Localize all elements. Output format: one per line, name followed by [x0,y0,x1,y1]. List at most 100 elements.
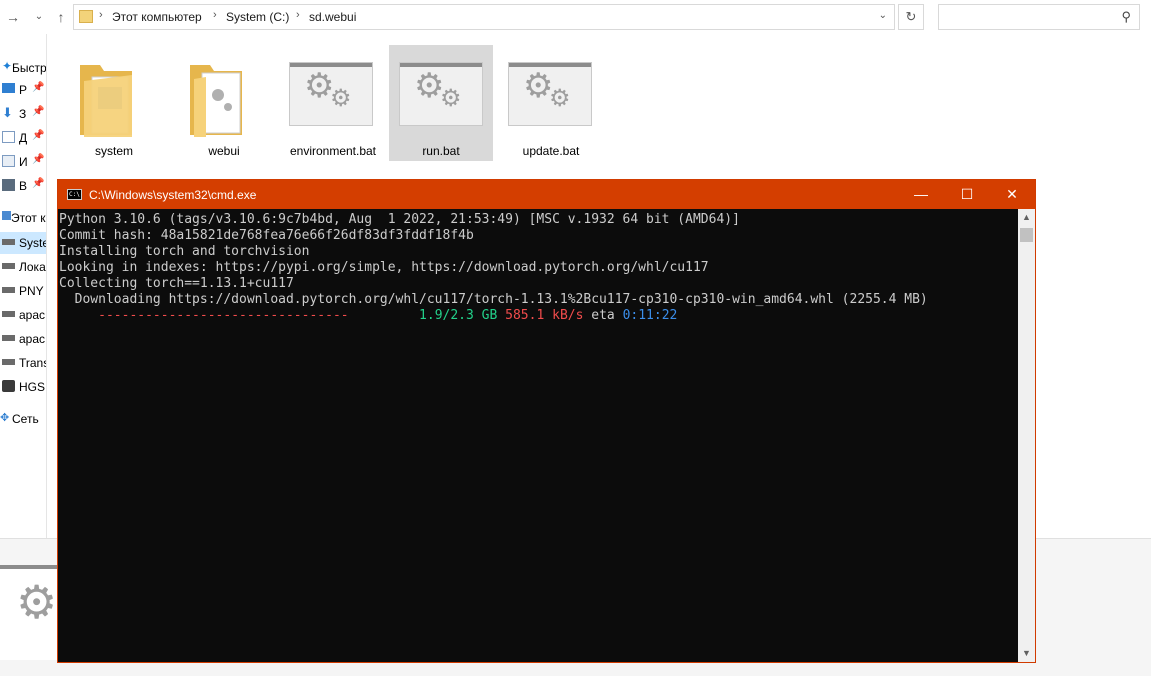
computer-icon [2,211,11,220]
drive-icon [2,263,15,269]
file-name: system [94,144,133,158]
gear-icon: ⚙ [549,85,571,112]
gear-icon: ⚙ [16,576,58,628]
sidebar-item-label: apac [19,332,46,346]
sidebar-item-apac-1[interactable]: apac [0,305,46,325]
maximize-button[interactable]: ☐ [944,180,990,209]
drive-icon [2,287,15,293]
console-line: Python 3.10.6 (tags/v3.10.6:9c7b4bd, Aug… [59,212,740,227]
breadcrumb-system-drive[interactable]: System (C:) [226,10,289,24]
pin-icon[interactable]: 📌 [32,178,44,189]
sidebar-item-label: Trans [19,356,47,370]
console-line: Downloading https://download.pytorch.org… [59,292,928,307]
sidebar-item-label: PNY [19,284,44,298]
progress-line: -------------------------------- 1.9/2.3… [59,308,1019,324]
scroll-down-icon[interactable]: ▼ [1018,645,1035,662]
refresh-button[interactable]: ↻ [898,4,924,30]
download-size: 1.9/2.3 GB [419,308,498,323]
progress-bar-text: -------------------------------- [98,308,349,323]
breadcrumb-this-pc[interactable]: Этот компьютер [112,10,202,24]
pin-icon[interactable]: 📌 [32,154,44,165]
sidebar-item-apac-2[interactable]: apac [0,329,46,349]
chevron-right-icon[interactable]: › [296,9,300,21]
sidebar-item-label: Д [19,131,28,145]
sidebar-item-label: Лока [19,260,46,274]
chevron-down-icon[interactable]: ⌄ [879,10,887,21]
search-icon: ⚲ [1121,9,1131,24]
details-preview: ⚙ [0,565,58,660]
sidebar-item-images[interactable]: И 📌 [0,152,46,172]
drive-icon [2,311,15,317]
sidebar-item-label: Р [19,83,28,97]
sidebar-item-label: HGS [19,380,46,394]
folder-icon [79,10,93,23]
file-item-run-bat[interactable]: ⚙ ⚙ run.bat [389,45,493,161]
batch-file-icon: ⚙ ⚙ [289,62,373,126]
navigation-pane: ✦ Быстр Р 📌 ⬇ З 📌 Д 📌 И 📌 В 📌 Этот к Sys… [0,34,47,538]
pin-icon[interactable]: 📌 [32,130,44,141]
sidebar-item-label: apac [19,308,46,322]
file-name: update.bat [522,144,580,158]
file-name: environment.bat [289,144,377,158]
scrollbar[interactable]: ▲ ▼ [1018,209,1035,662]
up-arrow-icon[interactable]: ↑ [52,8,70,26]
scroll-up-icon[interactable]: ▲ [1018,209,1035,226]
desktop-icon [2,83,15,93]
batch-file-icon: ⚙ ⚙ [508,62,592,126]
file-item-update-bat[interactable]: ⚙ ⚙ update.bat [499,45,603,161]
search-input[interactable]: ⚲ [938,4,1140,30]
back-arrow-icon[interactable]: → [4,8,22,26]
sidebar-item-hgs[interactable]: HGS [0,377,46,397]
recent-chevron-icon[interactable]: ⌄ [30,8,48,26]
sidebar-item-videos[interactable]: В 📌 [0,176,46,196]
chevron-right-icon[interactable]: › [99,9,103,21]
sidebar-item-trans[interactable]: Trans [0,353,46,373]
console-line: Installing torch and torchvision [59,244,310,259]
refresh-icon: ↻ [905,9,917,24]
gear-icon: ⚙ [330,85,352,112]
close-button[interactable]: ✕ [989,180,1035,209]
sidebar-item-this-pc[interactable]: Этот к [0,208,46,228]
file-item-environment-bat[interactable]: ⚙ ⚙ environment.bat [281,45,385,161]
documents-icon [2,131,15,143]
eta-label: eta [591,308,615,323]
sidebar-item-label: Быстр [12,61,47,75]
explorer-toolbar: → ⌄ ↑ › Этот компьютер › System (C:) › s… [0,0,1151,34]
scrollbar-thumb[interactable] [1020,228,1033,242]
cmd-window[interactable]: C:\ C:\Windows\system32\cmd.exe — ☐ ✕ Py… [57,179,1036,663]
download-speed: 585.1 kB/s [505,308,584,323]
pin-icon[interactable]: 📌 [32,82,44,93]
sidebar-item-downloads[interactable]: ⬇ З 📌 [0,104,46,124]
sidebar-item-network[interactable]: ✥ Сеть [0,409,46,429]
file-item-webui[interactable]: webui [172,45,276,161]
address-bar[interactable]: › Этот компьютер › System (C:) › sd.webu… [73,4,895,30]
sidebar-item-local-drive[interactable]: Лока [0,257,46,277]
sidebar-item-label: И [19,155,28,169]
sidebar-item-desktop[interactable]: Р 📌 [0,80,46,100]
breadcrumb-sd-webui[interactable]: sd.webui [309,10,356,24]
drive-icon [2,359,15,365]
file-name: run.bat [422,144,460,158]
sidebar-item-label: З [19,107,27,121]
cmd-app-icon[interactable]: C:\ [67,189,82,200]
window-title: C:\Windows\system32\cmd.exe [89,188,257,202]
sidebar-item-system-drive[interactable]: Syste [0,232,46,254]
cmd-titlebar[interactable]: C:\ C:\Windows\system32\cmd.exe — ☐ ✕ [58,180,1035,209]
pin-icon[interactable]: 📌 [32,106,44,117]
sidebar-item-documents[interactable]: Д 📌 [0,128,46,148]
console-line: Collecting torch==1.13.1+cu117 [59,276,294,291]
file-name: webui [208,144,240,158]
sidebar-item-quick-access[interactable]: ✦ Быстр [0,58,46,78]
drive-icon [2,335,15,341]
chevron-right-icon[interactable]: › [213,9,217,21]
sidebar-item-label: Сеть [12,412,39,426]
minimize-button[interactable]: — [898,180,944,209]
gear-icon: ⚙ [440,85,462,112]
batch-file-icon: ⚙ ⚙ [399,62,483,126]
file-item-system[interactable]: system [62,45,166,161]
sidebar-item-label: В [19,179,28,193]
sidebar-item-pny[interactable]: PNY [0,281,46,301]
console-output[interactable]: Python 3.10.6 (tags/v3.10.6:9c7b4bd, Aug… [58,209,1019,662]
folder-icon [80,65,132,137]
download-icon: ⬇ [2,105,13,120]
